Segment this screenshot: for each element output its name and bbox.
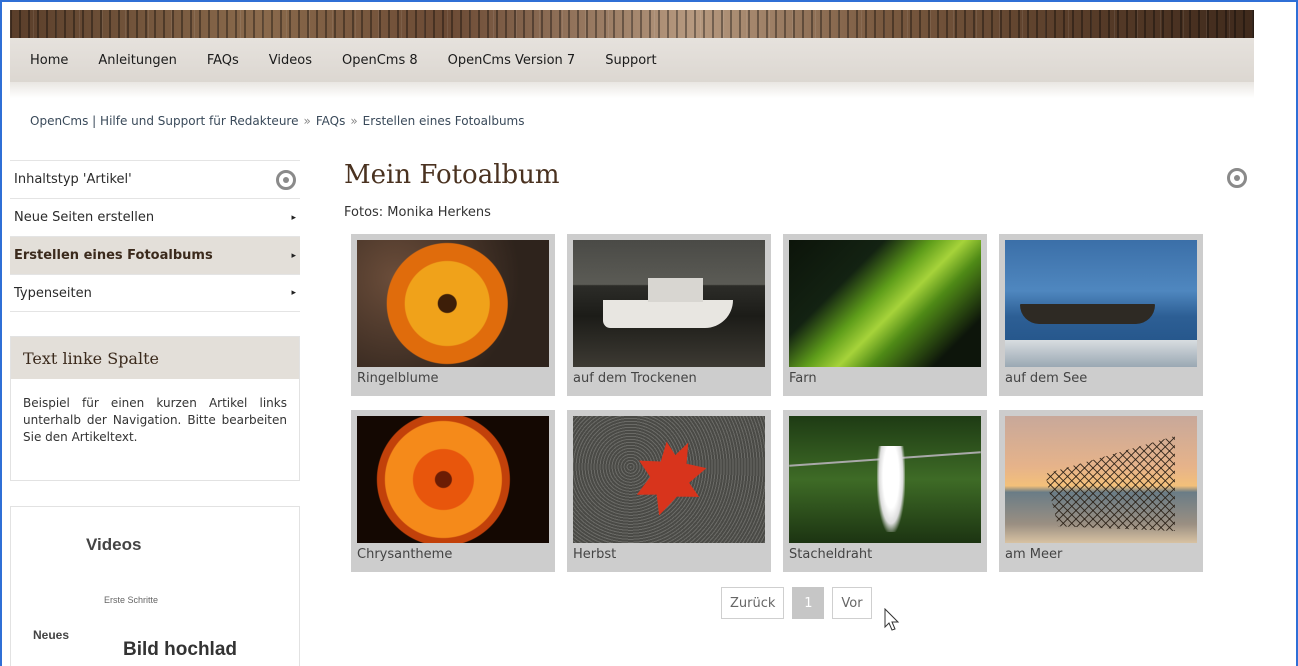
gallery-item[interactable]: Ringelblume [351, 234, 555, 396]
gallery-item[interactable]: Farn [783, 234, 987, 396]
photo-credit: Fotos: Monika Herkens [344, 205, 491, 220]
gallery-caption: auf dem See [1005, 371, 1088, 386]
photo-farn[interactable] [789, 240, 981, 367]
breadcrumb-separator: » [350, 114, 358, 128]
top-navigation: Home Anleitungen FAQs Videos OpenCms 8 O… [10, 38, 1254, 82]
textbox-body: Beispiel für einen kurzen Artikel links … [23, 396, 287, 444]
nav-shadow [10, 82, 1254, 98]
gallery-caption: Farn [789, 371, 817, 386]
sidenav-item-neue-seiten[interactable]: Neue Seiten erstellen ▸ [10, 198, 300, 236]
videos-subtitle: Erste Schritte [104, 595, 159, 605]
nav-home[interactable]: Home [30, 53, 68, 68]
videos-label-new: Neues [33, 628, 70, 642]
mouse-cursor-icon [884, 608, 900, 631]
gallery-caption: Herbst [573, 547, 617, 562]
photo-am-meer[interactable] [1005, 416, 1197, 543]
nav-opencms-version-7[interactable]: OpenCms Version 7 [448, 53, 576, 68]
pagination-prev-button[interactable]: Zurück [721, 587, 785, 619]
chevron-right-icon: ▸ [291, 288, 296, 298]
sidenav-item-label: Neue Seiten erstellen [14, 210, 155, 225]
pagination-current-page[interactable]: 1 [792, 587, 825, 619]
videos-title: Videos [86, 535, 142, 554]
target-icon[interactable] [1227, 168, 1247, 188]
gallery-item[interactable]: Chrysantheme [351, 410, 555, 572]
nav-faqs[interactable]: FAQs [207, 53, 239, 68]
photo-ringelblume[interactable] [357, 240, 549, 367]
gallery-item[interactable]: Herbst [567, 410, 771, 572]
chevron-right-icon: ▸ [291, 250, 296, 261]
nav-support[interactable]: Support [605, 53, 656, 68]
sidenav-item-label: Erstellen eines Fotoalbums [14, 248, 213, 263]
header-banner-image [10, 10, 1254, 38]
breadcrumb-current: Erstellen eines Fotoalbums [362, 114, 525, 128]
sidenav-item-label: Inhaltstyp 'Artikel' [14, 172, 132, 187]
gallery-item[interactable]: am Meer [999, 410, 1203, 572]
text-left-column-box: Text linke Spalte Beispiel für einen kur… [10, 336, 300, 481]
sidenav-item-label: Typenseiten [14, 285, 92, 301]
photo-stacheldraht[interactable] [789, 416, 981, 543]
gallery-caption: Ringelblume [357, 371, 439, 386]
gallery-caption: auf dem Trockenen [573, 371, 697, 386]
gallery-item[interactable]: Stacheldraht [783, 410, 987, 572]
breadcrumb: OpenCms | Hilfe und Support für Redakteu… [30, 114, 524, 128]
pagination: Zurück 1 Vor [721, 587, 872, 619]
pagination-next-button[interactable]: Vor [832, 587, 872, 619]
nav-anleitungen[interactable]: Anleitungen [98, 53, 176, 68]
videos-upload-text: Bild hochlad [123, 639, 237, 660]
breadcrumb-faqs-link[interactable]: FAQs [316, 114, 346, 128]
photo-auf-dem-trockenen[interactable] [573, 240, 765, 367]
nav-opencms-8[interactable]: OpenCms 8 [342, 53, 418, 68]
photo-auf-dem-see[interactable] [1005, 240, 1197, 367]
page-title: Mein Fotoalbum [344, 160, 560, 190]
target-icon[interactable] [276, 169, 296, 190]
nav-videos[interactable]: Videos [269, 53, 312, 68]
breadcrumb-separator: » [303, 114, 311, 128]
gallery-caption: Stacheldraht [789, 547, 873, 562]
photo-herbst[interactable] [573, 416, 765, 543]
chevron-right-icon: ▸ [291, 212, 296, 223]
textbox-title: Text linke Spalte [11, 337, 299, 379]
sidenav-item-inhaltstyp-artikel[interactable]: Inhaltstyp 'Artikel' [10, 160, 300, 198]
breadcrumb-home-link[interactable]: OpenCms | Hilfe und Support für Redakteu… [30, 114, 298, 128]
videos-box: Videos Erste Schritte Neues Bild hochlad [10, 506, 300, 666]
photo-chrysantheme[interactable] [357, 416, 549, 543]
sidenav-item-fotoalbum[interactable]: Erstellen eines Fotoalbums ▸ [10, 236, 300, 274]
gallery-item[interactable]: auf dem See [999, 234, 1203, 396]
gallery-item[interactable]: auf dem Trockenen [567, 234, 771, 396]
side-navigation: Inhaltstyp 'Artikel' Neue Seiten erstell… [10, 160, 300, 312]
gallery-caption: am Meer [1005, 547, 1063, 562]
sidenav-item-typenseiten[interactable]: Typenseiten ▸ [10, 274, 300, 312]
gallery-caption: Chrysantheme [357, 547, 453, 562]
